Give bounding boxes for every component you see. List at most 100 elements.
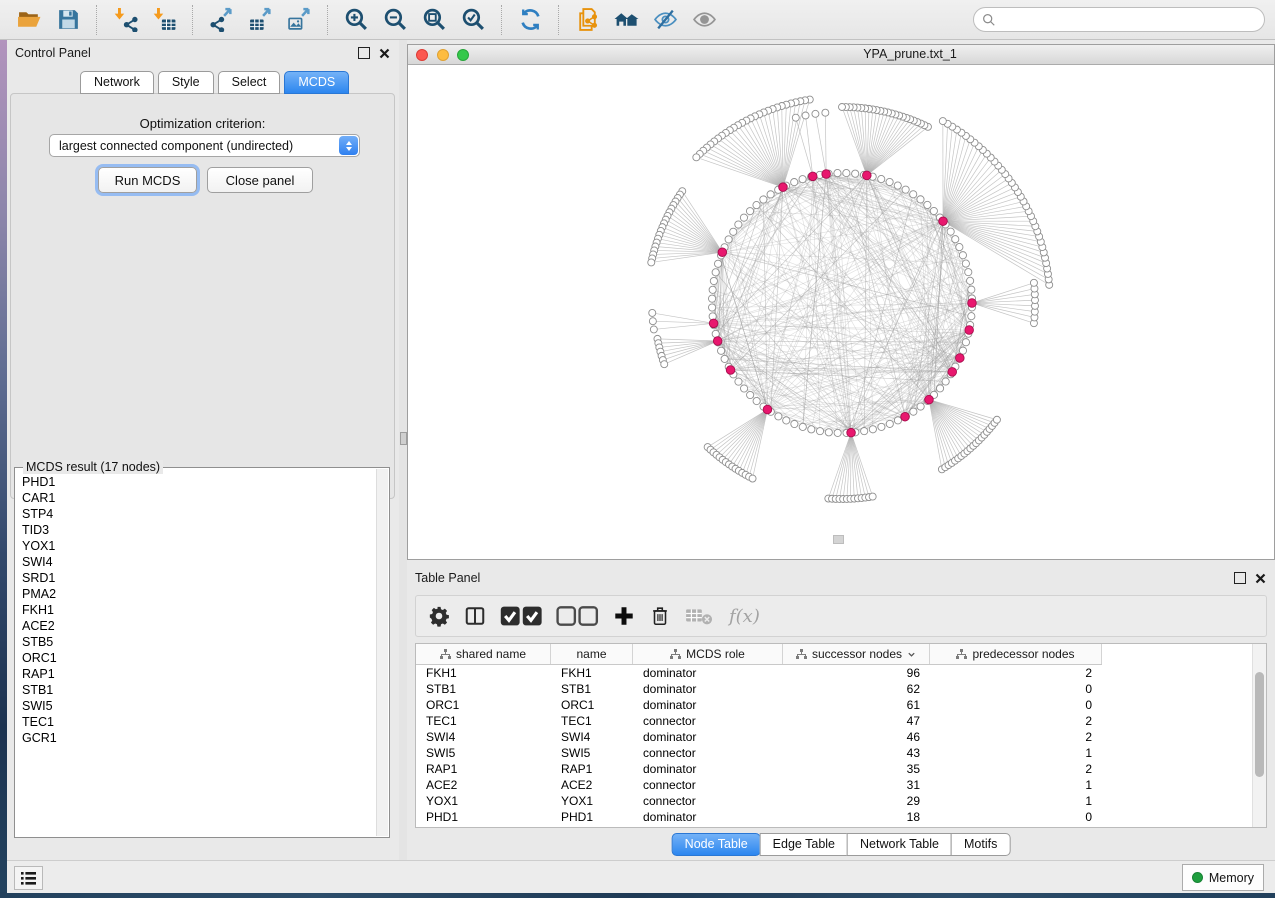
mcds-result-item[interactable]: YOX1 xyxy=(22,538,389,554)
window-close-light[interactable] xyxy=(416,49,428,61)
tab-mcds[interactable]: MCDS xyxy=(284,71,349,94)
cell-predecessor-nodes: 1 xyxy=(930,794,1102,808)
close-table-panel-icon[interactable] xyxy=(1254,572,1267,585)
mcds-result-item[interactable]: ORC1 xyxy=(22,650,389,666)
table-scrollbar[interactable] xyxy=(1252,644,1266,827)
tab-select[interactable]: Select xyxy=(218,71,281,94)
window-zoom-light[interactable] xyxy=(457,49,469,61)
hide-selected-icon[interactable] xyxy=(652,6,679,33)
cell-shared-name: SWI4 xyxy=(416,730,551,744)
table-row[interactable]: SWI4SWI4dominator462 xyxy=(416,729,1266,745)
tab-node-table[interactable]: Node Table xyxy=(672,833,761,856)
tab-style[interactable]: Style xyxy=(158,71,214,94)
cell-shared-name: ACE2 xyxy=(416,778,551,792)
mcds-result-item[interactable]: SWI5 xyxy=(22,698,389,714)
run-mcds-button[interactable]: Run MCDS xyxy=(98,167,197,193)
cell-predecessor-nodes: 0 xyxy=(930,698,1102,712)
select-all-rows-icon[interactable] xyxy=(500,603,542,629)
network-scroll-grip[interactable] xyxy=(833,535,844,544)
zoom-out-icon[interactable] xyxy=(382,6,409,33)
export-image-icon[interactable] xyxy=(286,6,313,33)
table-row[interactable]: SWI5SWI5connector431 xyxy=(416,745,1266,761)
splitter-handle[interactable] xyxy=(400,432,407,445)
column-header-name[interactable]: name xyxy=(551,644,633,664)
svg-text:f(x): f(x) xyxy=(727,606,760,627)
tab-network-table[interactable]: Network Table xyxy=(847,833,952,856)
window-minimize-light[interactable] xyxy=(437,49,449,61)
float-panel-icon[interactable] xyxy=(357,47,370,60)
column-header-MCDS-role[interactable]: MCDS role xyxy=(633,644,783,664)
import-table-icon[interactable] xyxy=(151,6,178,33)
table-row[interactable]: FKH1FKH1dominator962 xyxy=(416,665,1266,681)
zoom-selected-icon[interactable] xyxy=(460,6,487,33)
mcds-result-item[interactable]: PHD1 xyxy=(22,474,389,490)
mcds-result-item[interactable]: TEC1 xyxy=(22,714,389,730)
mcds-list-scrollbar[interactable] xyxy=(376,469,388,836)
close-panel-icon[interactable] xyxy=(378,47,391,60)
column-header-successor-nodes[interactable]: successor nodes xyxy=(783,644,930,664)
table-row[interactable]: RAP1RAP1dominator352 xyxy=(416,761,1266,777)
search-input[interactable] xyxy=(996,9,1264,31)
float-table-panel-icon[interactable] xyxy=(1233,572,1246,585)
delete-columns-icon[interactable] xyxy=(649,603,671,629)
mcds-result-item[interactable]: CAR1 xyxy=(22,490,389,506)
zoom-fit-icon[interactable] xyxy=(421,6,448,33)
mcds-result-item[interactable]: PMA2 xyxy=(22,586,389,602)
network-canvas[interactable] xyxy=(408,64,1274,559)
mcds-result-item[interactable]: STB1 xyxy=(22,682,389,698)
open-file-icon[interactable] xyxy=(16,6,43,33)
cell-successor-nodes: 18 xyxy=(783,810,930,824)
table-row[interactable]: YOX1YOX1connector291 xyxy=(416,793,1266,809)
tab-network[interactable]: Network xyxy=(80,71,154,94)
cell-name: SWI5 xyxy=(551,746,633,760)
table-scrollbar-thumb[interactable] xyxy=(1255,672,1264,777)
criterion-dropdown[interactable]: largest connected component (undirected) xyxy=(49,134,360,157)
table-row[interactable]: TEC1TEC1connector472 xyxy=(416,713,1266,729)
mcds-result-item[interactable]: STB5 xyxy=(22,634,389,650)
mcds-result-item[interactable]: SRD1 xyxy=(22,570,389,586)
refresh-icon[interactable] xyxy=(517,6,544,33)
first-neighbors-icon[interactable] xyxy=(613,6,640,33)
cell-predecessor-nodes: 2 xyxy=(930,666,1102,680)
node-table[interactable]: shared namenameMCDS rolesuccessor nodesp… xyxy=(415,643,1267,828)
column-header-shared-name[interactable]: shared name xyxy=(416,644,551,664)
save-session-icon[interactable] xyxy=(55,6,82,33)
cell-predecessor-nodes: 1 xyxy=(930,746,1102,760)
mcds-result-item[interactable]: TID3 xyxy=(22,522,389,538)
deselect-all-rows-icon[interactable] xyxy=(556,603,598,629)
mcds-result-item[interactable]: RAP1 xyxy=(22,666,389,682)
mcds-result-item[interactable]: GCR1 xyxy=(22,730,389,746)
cell-shared-name: SWI5 xyxy=(416,746,551,760)
mcds-result-item[interactable]: ACE2 xyxy=(22,618,389,634)
panel-splitter[interactable] xyxy=(399,40,407,860)
tab-motifs[interactable]: Motifs xyxy=(951,833,1010,856)
cell-MCDS-role: connector xyxy=(633,794,783,808)
tab-edge-table[interactable]: Edge Table xyxy=(760,833,848,856)
task-history-button[interactable] xyxy=(14,866,43,890)
export-table-icon[interactable] xyxy=(247,6,274,33)
mcds-result-title: MCDS result (17 nodes) xyxy=(23,460,163,474)
close-panel-button[interactable]: Close panel xyxy=(207,167,313,193)
new-network-from-selection-icon[interactable] xyxy=(574,6,601,33)
table-row[interactable]: PHD1PHD1dominator180 xyxy=(416,809,1266,825)
column-header-predecessor-nodes[interactable]: predecessor nodes xyxy=(930,644,1102,664)
network-window-titlebar[interactable]: YPA_prune.txt_1 xyxy=(408,45,1274,65)
export-network-icon[interactable] xyxy=(208,6,235,33)
toggle-columns-icon[interactable] xyxy=(464,603,486,629)
node-table-header[interactable]: shared namenameMCDS rolesuccessor nodesp… xyxy=(416,644,1102,665)
import-network-icon[interactable] xyxy=(112,6,139,33)
mcds-result-item[interactable]: STP4 xyxy=(22,506,389,522)
search-box[interactable] xyxy=(973,7,1265,32)
table-row[interactable]: STB1STB1dominator620 xyxy=(416,681,1266,697)
table-gear-icon[interactable] xyxy=(428,603,450,629)
table-row[interactable]: ORC1ORC1dominator610 xyxy=(416,697,1266,713)
memory-button[interactable]: Memory xyxy=(1182,864,1264,891)
zoom-in-icon[interactable] xyxy=(343,6,370,33)
add-column-icon[interactable] xyxy=(613,603,635,629)
mcds-result-item[interactable]: SWI4 xyxy=(22,554,389,570)
cell-name: RAP1 xyxy=(551,762,633,776)
mcds-result-item[interactable]: FKH1 xyxy=(22,602,389,618)
table-row[interactable]: ACE2ACE2connector311 xyxy=(416,777,1266,793)
mcds-result-list[interactable]: PHD1CAR1STP4TID3YOX1SWI4SRD1PMA2FKH1ACE2… xyxy=(14,467,390,838)
node-table-body[interactable]: FKH1FKH1dominator962STB1STB1dominator620… xyxy=(416,665,1266,825)
